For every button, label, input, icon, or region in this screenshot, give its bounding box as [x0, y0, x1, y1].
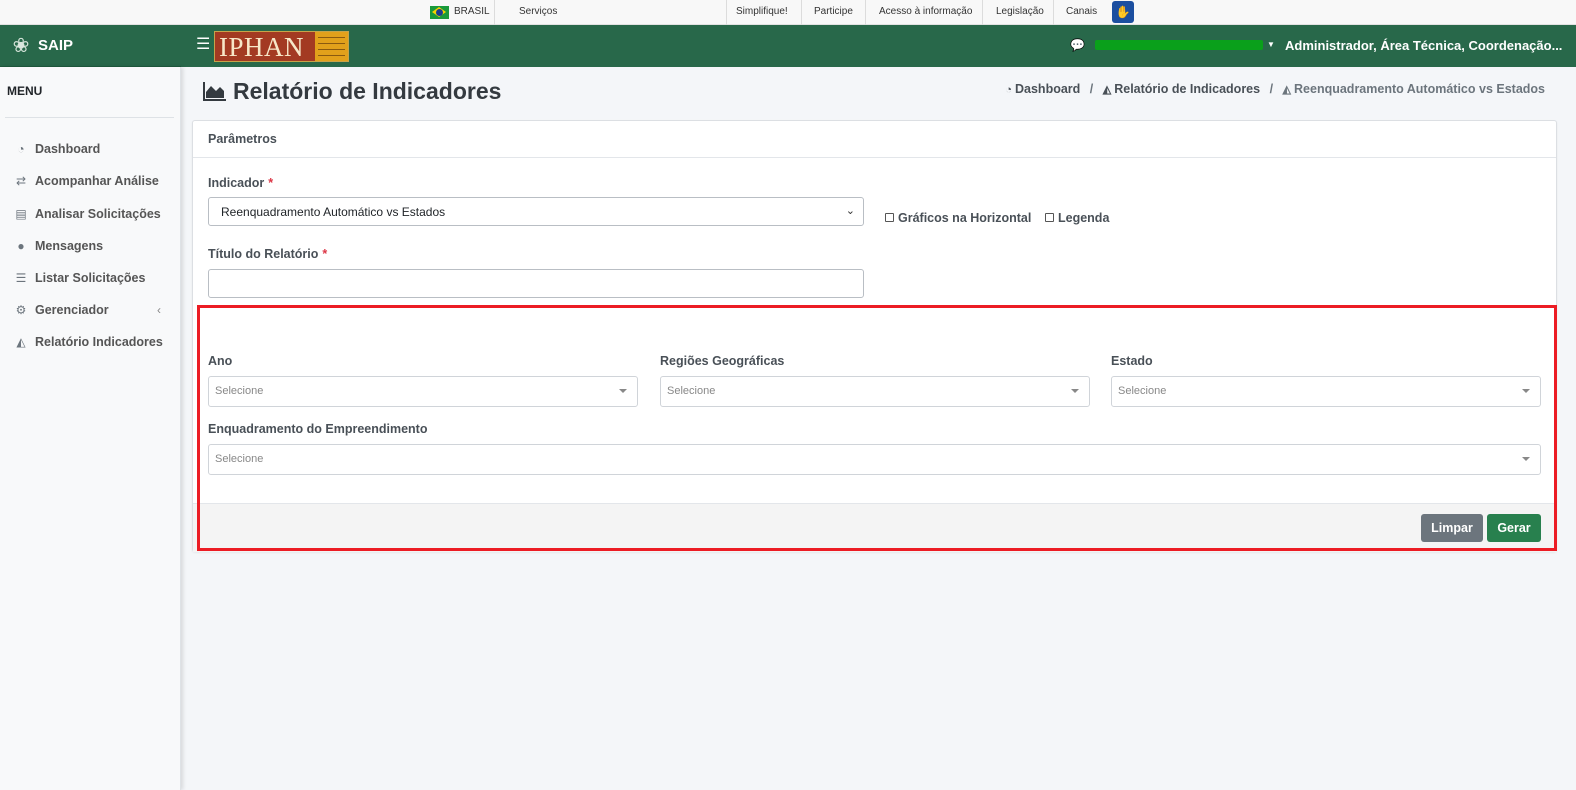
card-header: Parâmetros [193, 121, 1556, 158]
area-chart-icon: ◭ [16, 335, 26, 349]
gov-canais-link[interactable]: Canais [1066, 6, 1097, 17]
enquadramento-select[interactable]: Selecione [208, 444, 1541, 475]
caret-down-icon [619, 389, 627, 393]
gov-acesso-link[interactable]: Acesso à informação [879, 6, 972, 17]
dashboard-icon: ◔ [1005, 84, 1012, 96]
card-title: Parâmetros [208, 132, 277, 146]
gov-servicos-link[interactable]: Serviços [519, 6, 557, 17]
caret-down-icon[interactable]: ▼ [1267, 40, 1275, 49]
sidebar-item-analisar[interactable]: ▤ Analisar Solicitações [0, 201, 181, 229]
breadcrumb-dashboard[interactable]: Dashboard [1015, 82, 1080, 96]
ano-label: Ano [208, 354, 233, 368]
regioes-select[interactable]: Selecione [660, 376, 1090, 407]
hamburger-menu-icon[interactable]: ☰ [196, 37, 210, 53]
caret-down-icon [1522, 389, 1530, 393]
gov-brasil-link[interactable]: BRASIL [454, 6, 490, 17]
caret-down-icon [1071, 389, 1079, 393]
gerar-button[interactable]: Gerar [1487, 514, 1541, 542]
vlibras-accessibility-icon[interactable]: ✋ [1112, 1, 1134, 23]
titulo-input[interactable] [208, 269, 864, 298]
limpar-button[interactable]: Limpar [1421, 514, 1483, 542]
gov-legislacao-link[interactable]: Legislação [996, 6, 1044, 17]
sidebar-item-dashboard[interactable]: ◔ Dashboard [0, 136, 181, 164]
gov-simplifique-link[interactable]: Simplifique! [736, 6, 788, 17]
user-name-redacted[interactable] [1095, 40, 1263, 50]
top-header: ☰ IPHAN 💬 ▼ Administrador, Área Técnica,… [181, 25, 1576, 67]
cogs-icon: ⚙ [15, 303, 27, 317]
sidebar-item-relatorio[interactable]: ◭ Relatório Indicadores [0, 329, 181, 357]
list-icon: ☰ [15, 271, 27, 285]
enquadramento-label: Enquadramento do Empreendimento [208, 422, 428, 436]
menu-title: MENU [7, 84, 43, 98]
brazil-flag-icon [430, 6, 449, 19]
sidebar: MENU ◔ Dashboard ⇄ Acompanhar Análise ▤ … [0, 67, 181, 790]
parametros-card: Parâmetros Indicador * Reenquadramento Au… [192, 120, 1557, 552]
legenda-label: Legenda [1058, 211, 1110, 225]
sidebar-item-listar[interactable]: ☰ Listar Solicitações [0, 265, 181, 293]
user-role[interactable]: Administrador, Área Técnica, Coordenação… [1285, 38, 1562, 53]
area-chart-icon: ◭ [1282, 84, 1292, 96]
chevron-down-icon: ⌄ [845, 205, 855, 217]
sidebar-item-acompanhar[interactable]: ⇄ Acompanhar Análise [0, 168, 181, 196]
titulo-label: Título do Relatório * [208, 247, 328, 261]
sidebar-brand[interactable]: ❀ SAIP [0, 25, 181, 67]
caret-down-icon [1522, 457, 1530, 461]
chat-icon[interactable]: 💬 [1070, 38, 1085, 52]
area-chart-icon [203, 82, 226, 101]
breadcrumb-relatorio[interactable]: Relatório de Indicadores [1114, 82, 1260, 96]
ano-select[interactable]: Selecione [208, 376, 638, 407]
regioes-label: Regiões Geográficas [660, 354, 785, 368]
iphan-logo: IPHAN [214, 31, 349, 62]
indicador-label: Indicador * [208, 176, 274, 190]
indicador-select[interactable]: Reenquadramento Automático vs Estados ⌄ [208, 197, 864, 226]
sidebar-item-gerenciador[interactable]: ⚙ Gerenciador ‹ [0, 297, 181, 325]
legenda-checkbox[interactable] [1045, 213, 1054, 222]
gov-participe-link[interactable]: Participe [814, 6, 853, 17]
chevron-left-icon: ‹ [157, 303, 161, 317]
area-chart-icon: ◭ [1102, 84, 1112, 96]
card-footer: Limpar Gerar [193, 503, 1556, 552]
sidebar-item-mensagens[interactable]: ● Mensagens [0, 233, 181, 261]
estado-select[interactable]: Selecione [1111, 376, 1541, 407]
book-icon: ▤ [15, 207, 27, 221]
exchange-icon: ⇄ [15, 174, 27, 188]
breadcrumb-current: Reenquadramento Automático vs Estados [1294, 82, 1545, 96]
gov-bar: BRASIL Serviços Simplifique! Participe A… [0, 0, 1576, 25]
graficos-horizontal-checkbox[interactable] [885, 213, 894, 222]
comments-icon: ● [17, 239, 25, 253]
graficos-horizontal-label: Gráficos na Horizontal [898, 211, 1032, 225]
brand-name: SAIP [38, 37, 74, 54]
page-title: Relatório de Indicadores [233, 78, 502, 104]
breadcrumb: ◔ Dashboard / ◭ Relatório de Indicadores /… [1005, 82, 1545, 96]
estado-label: Estado [1111, 354, 1153, 368]
dashboard-icon: ◔ [17, 142, 25, 156]
saip-logo-icon: ❀ [12, 35, 30, 57]
